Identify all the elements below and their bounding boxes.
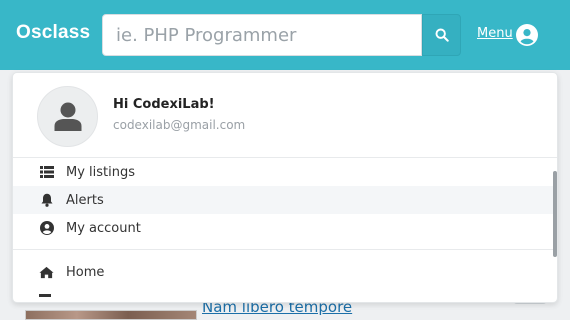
user-circle-icon[interactable] <box>516 24 538 46</box>
search-button[interactable] <box>422 14 461 56</box>
menu-item-label: My account <box>66 220 141 236</box>
avatar <box>37 86 98 147</box>
menu-item-my-account[interactable]: My account <box>13 214 557 242</box>
listing-thumbnail[interactable] <box>25 310 197 320</box>
menu-item-my-listings[interactable]: My listings <box>13 158 557 186</box>
brand-logo[interactable]: Osclass <box>16 22 90 44</box>
user-email: codexilab@gmail.com <box>113 118 246 132</box>
menu-item-label: Home <box>66 264 105 280</box>
next-menu-icon-partial <box>39 294 51 297</box>
menu-toggle-link[interactable]: Menu <box>477 26 513 41</box>
user-circle-icon <box>39 221 54 236</box>
menu-item-label: My listings <box>66 164 136 180</box>
user-silhouette-icon <box>54 102 81 131</box>
search-input[interactable] <box>102 14 422 56</box>
menu-item-label: Alerts <box>66 192 104 208</box>
menu-divider <box>13 249 557 250</box>
search-form <box>102 14 461 56</box>
user-greeting: Hi CodexiLab! <box>113 97 215 112</box>
menu-item-home[interactable]: Home <box>13 258 557 286</box>
user-info: Hi CodexiLab! codexilab@gmail.com <box>13 73 557 158</box>
menu-item-alerts[interactable]: Alerts <box>13 186 557 214</box>
home-icon <box>39 265 54 280</box>
user-dropdown-menu: Hi CodexiLab! codexilab@gmail.com My lis… <box>12 72 558 303</box>
list-icon <box>39 165 54 180</box>
search-icon <box>435 28 449 42</box>
scrollbar[interactable] <box>553 171 557 257</box>
bell-icon <box>39 193 54 208</box>
header-bar: Osclass Menu <box>0 0 570 70</box>
